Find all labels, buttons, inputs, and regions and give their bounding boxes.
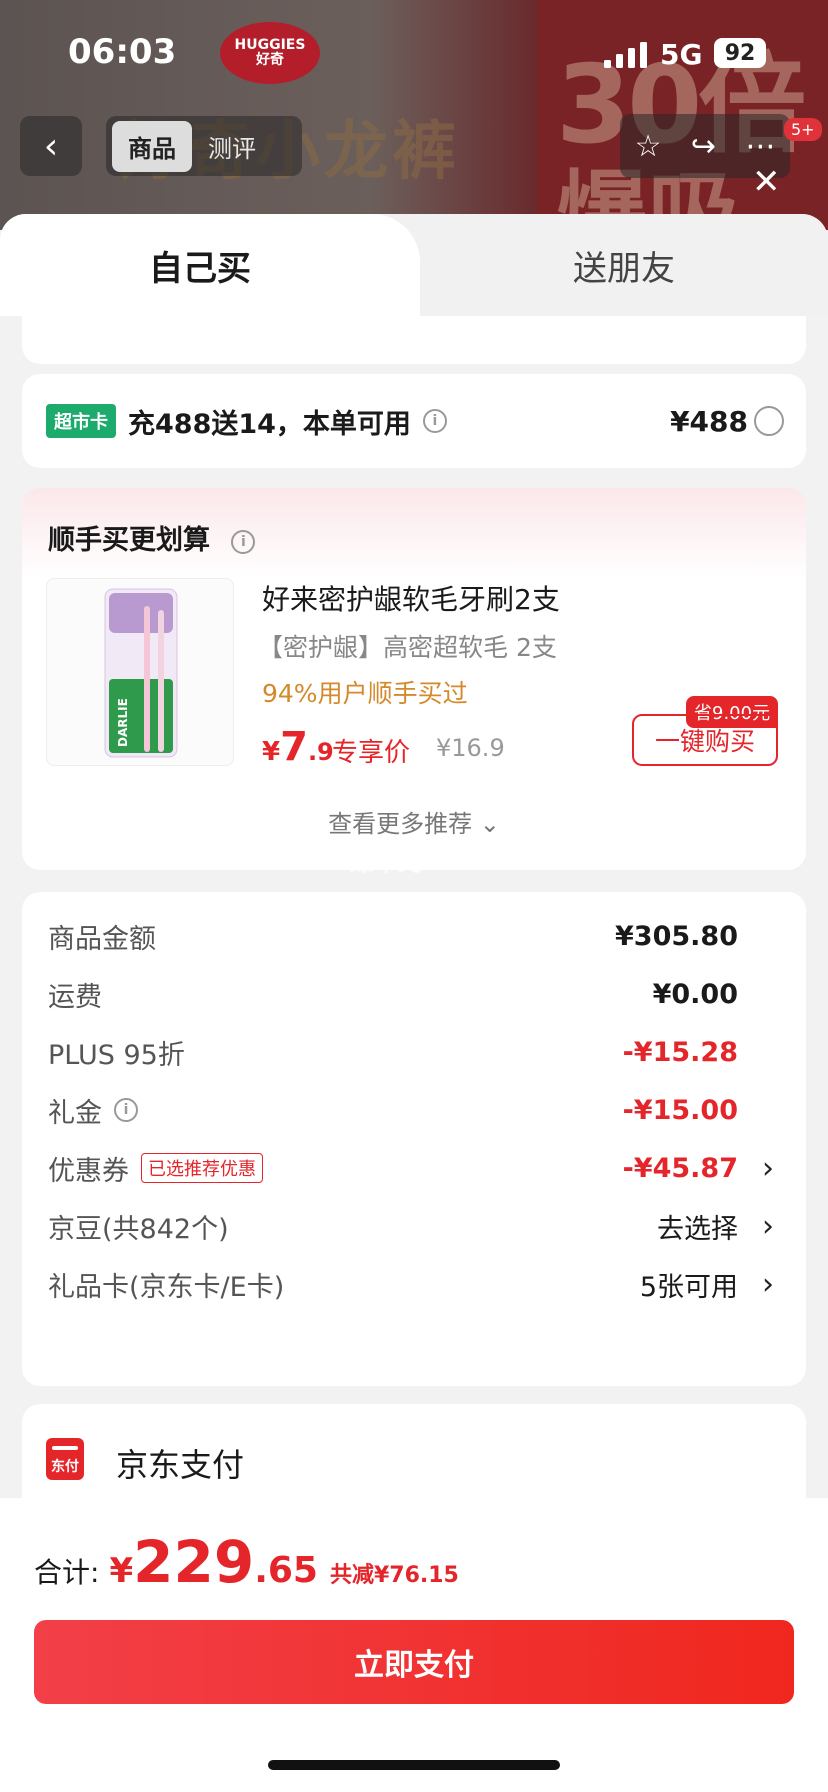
total-currency: ¥ [109, 1551, 134, 1591]
toothbrush-image: DARLIE [104, 588, 178, 758]
brand-logo: HUGGIES 好奇 [220, 22, 320, 84]
upsell-card: 顺手买更划算 i DARLIE 好来密护龈软毛牙刷2支 【密护龈】高密超软毛 2… [22, 488, 806, 870]
one-click-buy-button[interactable]: 一键购买 [632, 714, 778, 766]
product-nav-tabs: 商品 测评 [106, 116, 302, 176]
close-icon[interactable]: ✕ [752, 162, 781, 202]
product-image[interactable]: DARLIE [46, 578, 234, 766]
row-label: PLUS 95折 [48, 1039, 185, 1071]
tab-gift-to-friend[interactable]: 送朋友 [420, 214, 828, 316]
jd-pay-icon: 东付 [46, 1438, 84, 1480]
row-value: 去选择 [657, 1213, 738, 1245]
supermarket-card-price: ¥488 [670, 404, 748, 438]
price-currency: ¥ [262, 737, 281, 767]
chevron-right-icon: › [762, 1150, 774, 1186]
row-value: ¥305.80 [615, 920, 738, 952]
more-recommendations-link[interactable]: 查看更多推荐 ⌄ [22, 804, 806, 839]
tab-product[interactable]: 商品 [112, 120, 192, 172]
signal-icon [604, 42, 647, 68]
row-label: 京豆(共842个) [48, 1213, 229, 1245]
network-type: 5G [660, 38, 703, 71]
total-saved: 共减¥76.15 [329, 1563, 459, 1588]
breakdown-row-goods: 商品金额 ¥305.80 [48, 916, 774, 956]
watermark: 爆单光 [350, 848, 422, 876]
breakdown-row-jd-beans[interactable]: 京豆(共842个) 去选择 › [48, 1206, 774, 1246]
more-recommendations-text: 查看更多推荐 [328, 810, 473, 838]
price-decimal: .9 [307, 738, 334, 766]
previous-card-bottom [22, 316, 806, 364]
breakdown-row-coupon[interactable]: 优惠券 已选推荐优惠 -¥45.87 › [48, 1148, 774, 1188]
supermarket-card-radio[interactable] [754, 406, 784, 436]
breakdown-row-shipping: 运费 ¥0.00 [48, 974, 774, 1014]
price-integer: 7 [280, 724, 308, 770]
upsell-title-text: 顺手买更划算 [48, 525, 210, 556]
tab-buy-for-self[interactable]: 自己买 [0, 214, 420, 316]
info-icon[interactable]: i [422, 409, 447, 433]
row-label: 运费 [48, 981, 102, 1013]
info-icon[interactable]: i [231, 529, 256, 554]
chevron-down-icon: ⌄ [479, 810, 500, 838]
star-icon[interactable]: ☆ [635, 129, 662, 164]
product-subtitle: 【密护龈】高密超软毛 2支 [258, 633, 557, 662]
more-icon[interactable]: ⋯ [745, 129, 775, 164]
total-integer: 229 [133, 1528, 255, 1596]
chevron-left-icon: ‹ [43, 125, 59, 167]
notification-badge: 5+ [784, 118, 822, 141]
recommended-coupon-tag: 已选推荐优惠 [141, 1153, 263, 1183]
original-price: ¥16.9 [436, 734, 505, 762]
pay-now-button[interactable]: 立即支付 [34, 1620, 794, 1704]
status-time: 06:03 [68, 32, 177, 72]
brand-logo-sub: 好奇 [256, 52, 284, 68]
breakdown-row-plus: PLUS 95折 -¥15.28 [48, 1032, 774, 1072]
total-label: 合计: [34, 1556, 100, 1589]
row-label: 礼品卡(京东卡/E卡) [48, 1271, 285, 1303]
row-label: 礼金 [48, 1097, 102, 1129]
row-label: 商品金额 [48, 923, 156, 955]
row-label: 优惠券 [48, 1155, 129, 1187]
row-value: ¥0.00 [652, 978, 738, 1010]
status-bar: 06:03 5G 92 [0, 0, 828, 100]
payment-method-name: 京东支付 [116, 1446, 245, 1484]
exclusive-price-label: 专享价 [332, 738, 411, 768]
row-value: -¥45.87 [622, 1152, 738, 1184]
tab-review[interactable]: 测评 [192, 129, 272, 164]
checkout-footer: 合计: ¥ 229 .65 共减¥76.15 立即支付 [0, 1498, 828, 1792]
info-icon[interactable]: i [114, 1098, 138, 1122]
row-value: 5张可用 [639, 1271, 738, 1303]
row-value: -¥15.00 [622, 1094, 738, 1126]
home-indicator[interactable] [268, 1760, 560, 1770]
supermarket-card-text: 充488送14，本单可用 [128, 408, 411, 440]
chevron-right-icon: › [762, 1208, 774, 1244]
supermarket-card-offer[interactable]: 超市卡 充488送14，本单可用 i ¥488 [22, 374, 806, 468]
row-value: -¥15.28 [622, 1036, 738, 1068]
share-icon[interactable]: ↪ [691, 129, 716, 164]
upsell-title: 顺手买更划算 i [48, 518, 256, 557]
product-price: ¥7.9 [262, 724, 334, 770]
price-breakdown: 商品金额 ¥305.80 运费 ¥0.00 PLUS 95折 -¥15.28 礼… [22, 892, 806, 1386]
supermarket-card-badge: 超市卡 [46, 404, 116, 438]
product-bought-percentage: 94%用户顺手买过 [262, 679, 468, 708]
brand-text: DARLIE [116, 698, 130, 747]
brand-logo-text: HUGGIES [234, 36, 306, 53]
back-button[interactable]: ‹ [20, 116, 82, 176]
total-amount: 合计: ¥ 229 .65 共减¥76.15 [34, 1528, 459, 1596]
chevron-right-icon: › [762, 1266, 774, 1302]
total-decimal: .65 [254, 1550, 318, 1591]
battery-icon: 92 [714, 38, 766, 68]
breakdown-row-gift-card[interactable]: 礼品卡(京东卡/E卡) 5张可用 › [48, 1264, 774, 1304]
breakdown-row-gift-money: 礼金 i -¥15.00 [48, 1090, 774, 1130]
purchase-mode-tabs: 自己买 送朋友 [0, 214, 828, 316]
product-name: 好来密护龈软毛牙刷2支 [262, 583, 560, 616]
